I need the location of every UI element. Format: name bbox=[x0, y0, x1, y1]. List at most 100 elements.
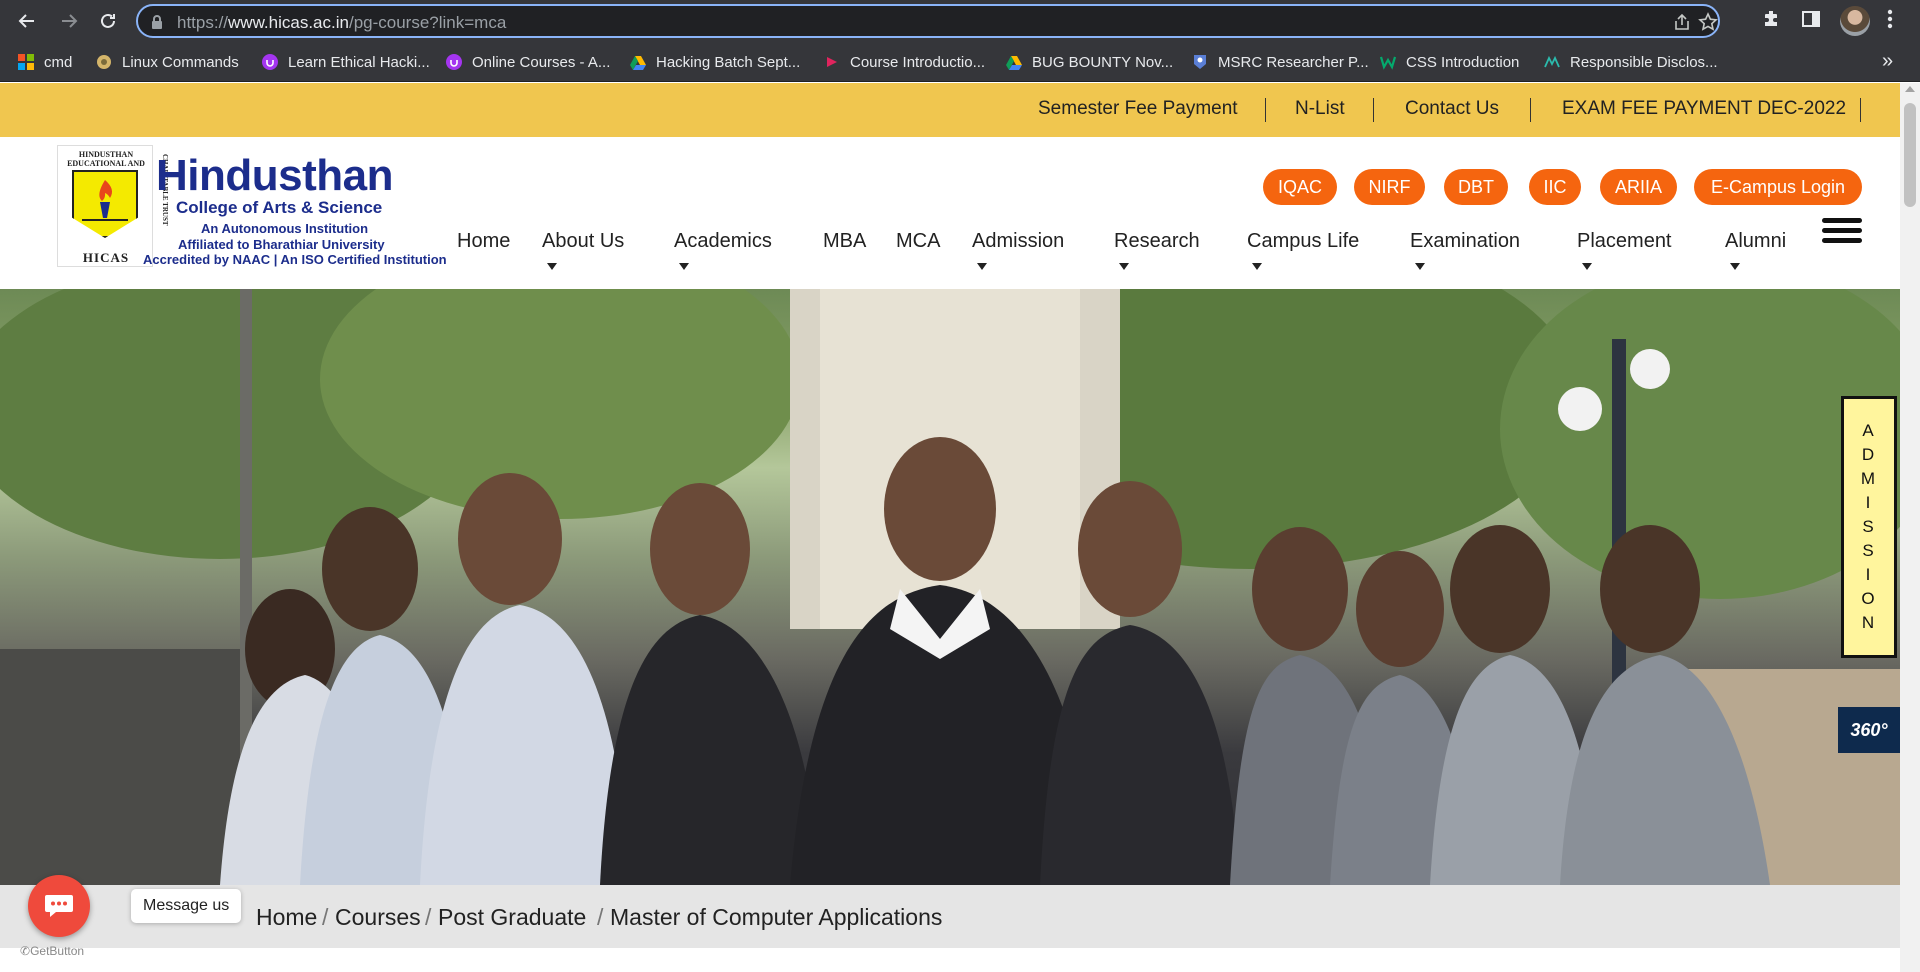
bookmark-label: Responsible Disclos... bbox=[1570, 53, 1718, 71]
contact-us-link[interactable]: Contact Us bbox=[1405, 98, 1499, 120]
college-logo[interactable]: HINDUSTHAN EDUCATIONAL AND CHARITABLE TR… bbox=[57, 145, 169, 267]
college-name[interactable]: Hindusthan bbox=[156, 151, 393, 201]
page-scrollbar[interactable] bbox=[1900, 83, 1920, 972]
linux-icon bbox=[97, 55, 111, 69]
iic-button[interactable]: IIC bbox=[1529, 169, 1581, 205]
ariia-button[interactable]: ARIIA bbox=[1600, 169, 1677, 205]
course-icon bbox=[827, 57, 837, 67]
admission-letter: D bbox=[1861, 445, 1877, 464]
bookmark-star-icon[interactable] bbox=[1698, 12, 1718, 32]
reload-button[interactable] bbox=[93, 6, 123, 36]
extensions-icon[interactable] bbox=[1761, 8, 1783, 30]
bookmark-item[interactable]: Hacking Batch Sept... bbox=[630, 51, 800, 73]
chevron-down-icon[interactable] bbox=[547, 263, 557, 270]
bookmark-label: BUG BOUNTY Nov... bbox=[1032, 53, 1174, 71]
profile-avatar[interactable] bbox=[1840, 6, 1870, 36]
address-bar[interactable]: https://www.hicas.ac.in/pg-course?link=m… bbox=[136, 4, 1720, 38]
divider bbox=[1860, 98, 1861, 122]
forward-button[interactable] bbox=[54, 6, 84, 36]
admission-side-tab[interactable]: A D M I S S I O N bbox=[1841, 396, 1897, 658]
url-text: https://www.hicas.ac.in/pg-course?link=m… bbox=[177, 13, 506, 33]
more-menu-icon[interactable] bbox=[1886, 8, 1894, 30]
students-photo bbox=[0, 289, 1900, 885]
nav-about-us[interactable]: About Us bbox=[542, 230, 624, 253]
nav-alumni[interactable]: Alumni bbox=[1725, 230, 1786, 253]
url-path: /pg-course?link=mca bbox=[348, 13, 507, 32]
nav-admission[interactable]: Admission bbox=[972, 230, 1064, 253]
bookmark-item[interactable]: Course Introductio... bbox=[824, 51, 985, 73]
bookmark-item[interactable]: BUG BOUNTY Nov... bbox=[1006, 51, 1173, 73]
chat-button[interactable] bbox=[28, 875, 90, 937]
breadcrumb-courses[interactable]: Courses bbox=[335, 904, 421, 931]
bookmark-label: cmd bbox=[44, 53, 73, 71]
bookmark-label: Linux Commands bbox=[122, 53, 239, 71]
back-button[interactable] bbox=[12, 6, 42, 36]
scrollbar-thumb[interactable] bbox=[1904, 103, 1916, 207]
chevron-down-icon[interactable] bbox=[1252, 263, 1262, 270]
nav-mca[interactable]: MCA bbox=[896, 230, 940, 253]
chat-tooltip[interactable]: Message us bbox=[131, 889, 242, 923]
chat-bubble-icon bbox=[45, 895, 73, 917]
n-list-link[interactable]: N-List bbox=[1295, 98, 1345, 120]
breadcrumb-separator: / bbox=[597, 904, 604, 930]
bookmark-item[interactable]: Linux Commands bbox=[96, 51, 239, 73]
chevron-down-icon[interactable] bbox=[1582, 263, 1592, 270]
dbt-button[interactable]: DBT bbox=[1444, 169, 1508, 205]
getbutton-logo-icon: ✆ bbox=[20, 944, 31, 958]
bookmark-item[interactable]: Learn Ethical Hacki... bbox=[262, 51, 430, 73]
nirf-button[interactable]: NIRF bbox=[1354, 169, 1425, 205]
virtual-tour-label: 360° bbox=[1850, 719, 1888, 740]
affiliation-line: Affiliated to Bharathiar University bbox=[178, 237, 385, 252]
bookmark-item[interactable]: CSS Introduction bbox=[1380, 51, 1519, 73]
msrc-icon bbox=[1194, 55, 1206, 69]
semester-fee-link[interactable]: Semester Fee Payment bbox=[1038, 98, 1238, 120]
getbutton-credit[interactable]: ✆GetButton bbox=[20, 944, 84, 958]
nav-mba[interactable]: MBA bbox=[823, 230, 866, 253]
reload-icon bbox=[101, 13, 115, 28]
torch-icon bbox=[82, 180, 128, 221]
w3schools-icon bbox=[1380, 56, 1396, 70]
bookmark-item[interactable]: Online Courses - A... bbox=[446, 51, 610, 73]
admission-letter: N bbox=[1861, 613, 1877, 632]
breadcrumb-home[interactable]: Home bbox=[256, 904, 317, 931]
bookmark-item[interactable]: MSRC Researcher P... bbox=[1192, 51, 1369, 73]
e-campus-login-button[interactable]: E-Campus Login bbox=[1694, 169, 1862, 205]
breadcrumb-separator: / bbox=[322, 904, 329, 930]
autonomous-line: An Autonomous Institution bbox=[201, 221, 369, 236]
admission-letter: A bbox=[1862, 421, 1876, 440]
bookmarks-overflow-button[interactable]: » bbox=[1882, 50, 1893, 73]
exam-fee-link[interactable]: EXAM FEE PAYMENT DEC-2022 bbox=[1562, 98, 1846, 120]
nav-campus-life[interactable]: Campus Life bbox=[1247, 230, 1359, 253]
drive-icon bbox=[1006, 56, 1022, 70]
scroll-up-arrow-icon[interactable] bbox=[1905, 86, 1915, 92]
divider bbox=[1530, 98, 1531, 122]
nav-examination[interactable]: Examination bbox=[1410, 230, 1520, 253]
virtual-tour-360-button[interactable]: 360° bbox=[1838, 707, 1900, 753]
bookmark-label: Online Courses - A... bbox=[472, 53, 611, 71]
side-panel-icon[interactable] bbox=[1800, 8, 1822, 30]
chevron-down-icon[interactable] bbox=[1730, 263, 1740, 270]
logo-emblem bbox=[72, 170, 138, 238]
admission-letter: S bbox=[1862, 517, 1876, 536]
chevron-down-icon[interactable] bbox=[977, 263, 987, 270]
bookmark-label: Hacking Batch Sept... bbox=[656, 53, 801, 71]
nav-academics[interactable]: Academics bbox=[674, 230, 772, 253]
nav-home[interactable]: Home bbox=[457, 230, 510, 253]
bookmark-item[interactable]: cmd bbox=[18, 51, 72, 73]
logo-abbreviation: HICAS bbox=[82, 250, 130, 265]
web-page: Semester Fee Payment N-List Contact Us E… bbox=[0, 83, 1920, 972]
breadcrumb-post-graduate[interactable]: Post Graduate bbox=[438, 904, 586, 931]
chevron-down-icon[interactable] bbox=[1119, 263, 1129, 270]
nav-placement[interactable]: Placement bbox=[1577, 230, 1672, 253]
nav-research[interactable]: Research bbox=[1114, 230, 1200, 253]
bookmark-item[interactable]: Responsible Disclos... bbox=[1544, 51, 1718, 73]
chevron-down-icon[interactable] bbox=[1415, 263, 1425, 270]
drive-icon bbox=[630, 56, 646, 70]
hamburger-menu-icon[interactable] bbox=[1822, 218, 1862, 244]
iqac-button[interactable]: IQAC bbox=[1263, 169, 1337, 205]
share-icon[interactable] bbox=[1672, 12, 1692, 32]
breadcrumb-separator: / bbox=[425, 904, 432, 930]
back-arrow-icon bbox=[18, 14, 34, 28]
chevron-down-icon[interactable] bbox=[679, 263, 689, 270]
breadcrumb-current-page: Master of Computer Applications bbox=[610, 904, 943, 930]
